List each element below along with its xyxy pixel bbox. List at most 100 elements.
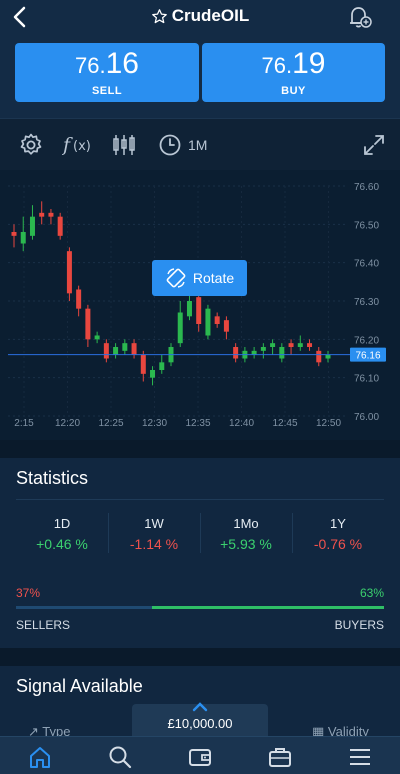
buyers-fill	[152, 606, 384, 609]
menu-icon	[350, 749, 370, 765]
period-1mo: 1Mo +5.93 %	[220, 516, 272, 552]
candle	[113, 343, 119, 359]
candle	[288, 339, 294, 355]
candle	[131, 339, 137, 359]
wallet-icon	[189, 749, 211, 766]
candle-body	[288, 343, 294, 347]
candle-body	[57, 216, 63, 236]
candle-body	[76, 289, 82, 309]
candle-body	[251, 350, 257, 355]
candle-body	[307, 343, 313, 347]
candle	[66, 247, 72, 301]
chart-toolbar: f (x) 1M	[0, 118, 400, 170]
section-divider	[0, 440, 400, 458]
candle	[85, 304, 91, 347]
candle-body	[270, 343, 276, 347]
chart-settings-button[interactable]	[18, 131, 44, 159]
period-1d: 1D +0.46 %	[36, 516, 88, 552]
gear-icon	[20, 133, 42, 155]
tab-search[interactable]	[106, 744, 134, 770]
bottom-tab-bar	[0, 736, 400, 774]
candle	[48, 209, 54, 225]
candle	[260, 343, 266, 359]
x-tick-label: 12:35	[185, 418, 210, 429]
price-alert-button[interactable]	[346, 3, 374, 31]
statistics-section: Statistics 1D +0.46 % 1W -1.14 % 1Mo +5.…	[0, 458, 400, 648]
candle-body	[39, 212, 45, 217]
chart-type-button[interactable]	[112, 131, 136, 159]
period-1w: 1W -1.14 %	[129, 516, 179, 552]
candle-body	[20, 232, 26, 244]
buy-button[interactable]: 76.19 BUY	[202, 43, 385, 102]
sellers-label: SELLERS	[16, 618, 71, 632]
candle-body	[196, 297, 202, 324]
candle	[307, 339, 313, 351]
rotate-button[interactable]: Rotate	[152, 260, 247, 296]
candle	[94, 331, 100, 344]
buy-price: 76.19	[261, 47, 326, 80]
candle-body	[297, 343, 303, 347]
buyers-label: BUYERS	[334, 618, 384, 632]
title-group: CrudeOIL	[0, 6, 400, 26]
timeframe-button[interactable]: 1M	[158, 131, 207, 159]
candle	[279, 343, 285, 363]
candle	[325, 350, 331, 363]
x-tick-label: 12:40	[229, 418, 254, 429]
section-divider	[0, 648, 400, 666]
search-icon	[109, 746, 132, 769]
briefcase-icon	[269, 748, 291, 767]
candle-body	[150, 370, 156, 378]
candle	[251, 347, 257, 359]
candle	[316, 347, 322, 367]
price-chart[interactable]: 76.60 76.50 76.40 76.30 76.20 76.10 76.00 2:15 1…	[0, 170, 400, 440]
candle	[196, 293, 202, 332]
signal-title: Signal Available	[16, 676, 143, 696]
balance-tab[interactable]: £10,000.00	[132, 702, 268, 738]
candle	[11, 224, 17, 248]
candle	[122, 339, 128, 355]
divider	[16, 499, 384, 500]
trade-bar: 76.16 SELL 76.19 BUY	[0, 36, 400, 118]
y-tick-label: 76.20	[354, 335, 379, 346]
star-icon[interactable]	[151, 8, 168, 25]
candle	[103, 339, 109, 363]
candle	[29, 205, 35, 240]
candle	[223, 316, 229, 340]
rotate-label: Rotate	[192, 270, 235, 286]
fullscreen-button[interactable]	[362, 131, 386, 159]
candle-body	[122, 343, 128, 351]
candlestick-chart[interactable]: 76.60 76.50 76.40 76.30 76.20 76.10 76.00 2:15 1…	[0, 170, 400, 440]
candle	[39, 201, 45, 225]
home-icon	[30, 747, 50, 768]
sell-button[interactable]: 76.16 SELL	[15, 43, 199, 102]
buy-label: BUY	[281, 85, 306, 97]
svg-text:f: f	[62, 134, 73, 156]
tab-portfolio[interactable]	[266, 744, 294, 770]
candle-body	[316, 350, 322, 363]
candlestick-icon	[113, 135, 135, 155]
instrument-title: CrudeOIL	[171, 6, 250, 25]
candle-body	[214, 316, 220, 324]
candle	[76, 285, 82, 317]
y-tick-label: 76.60	[354, 182, 379, 193]
tab-menu[interactable]	[346, 744, 374, 770]
candle-body	[140, 354, 146, 374]
y-tick-label: 76.30	[354, 297, 379, 308]
indicators-button[interactable]: f (x)	[62, 131, 92, 159]
candle-body	[48, 212, 54, 217]
candle-body	[131, 343, 137, 355]
candle	[186, 293, 192, 321]
candle	[214, 312, 220, 328]
top-header: CrudeOIL	[0, 0, 400, 36]
candle-body	[325, 354, 331, 359]
x-tick-label: 2:15	[14, 418, 34, 429]
y-tick-label: 76.00	[354, 412, 379, 423]
candle	[297, 335, 303, 351]
tab-wallet[interactable]	[186, 744, 214, 770]
buyers-percent: 63%	[359, 586, 384, 600]
x-tick-label: 12:25	[98, 418, 123, 429]
tab-home[interactable]	[26, 744, 54, 770]
candle	[177, 301, 183, 347]
candle-body	[177, 312, 183, 344]
candle-body	[66, 251, 72, 294]
